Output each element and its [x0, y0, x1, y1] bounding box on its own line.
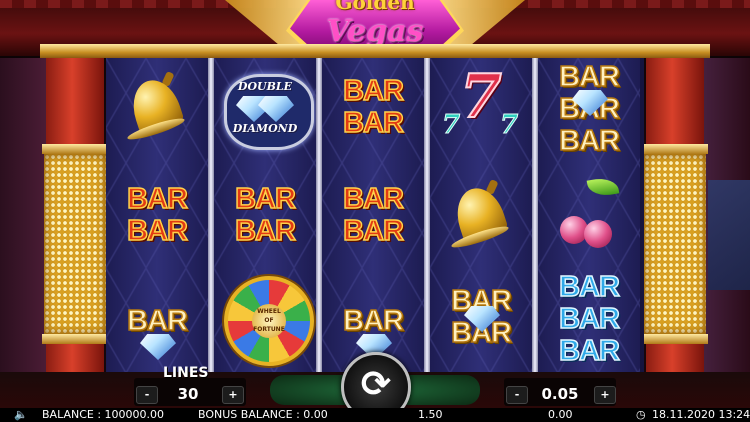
- logo-title-golden: Golden: [335, 0, 415, 14]
- datetime-text: 18.11.2020 13:24: [652, 408, 750, 421]
- symbol-double-bar: BAR BAR: [126, 183, 188, 248]
- symbol-triple-bar-blue: BAR BAR BAR: [558, 271, 620, 368]
- symbol-seven: 7 7 7: [441, 61, 519, 141]
- bet-increase-button[interactable]: +: [594, 386, 616, 404]
- symbol-double-diamond: DOUBLE DIAMOND: [214, 58, 316, 162]
- symbol-bell: [106, 58, 208, 162]
- lines-increase-button[interactable]: +: [222, 386, 244, 404]
- symbol-cherries: [538, 162, 640, 266]
- right-pillar-lights: [644, 154, 706, 334]
- symbol-bell: [430, 162, 532, 266]
- reel-1: BAR BAR BAR: [106, 58, 208, 372]
- reel-divider: [316, 58, 322, 372]
- reel-5: BAR BAR BAR BAR BAR BAR: [538, 58, 640, 372]
- right-pillar: [646, 58, 704, 150]
- background-left: [0, 58, 46, 378]
- lines-label: LINES: [163, 365, 209, 381]
- reel-3: BAR BAR BAR BAR BAR: [322, 58, 424, 372]
- diamond-icon: [140, 334, 176, 360]
- right-pillar-base: [646, 344, 704, 372]
- total-bet-text: 1.50: [418, 408, 443, 421]
- bet-decrease-button[interactable]: -: [506, 386, 528, 404]
- reel-divider: [424, 58, 430, 372]
- left-pillar-base: [46, 344, 104, 372]
- right-pillar-base-cap: [642, 334, 708, 344]
- status-bar: 🔈 BALANCE : 100000.00 BONUS BALANCE : 0.…: [0, 408, 750, 422]
- symbol-double-bar-diamond: BAR BAR: [450, 285, 512, 350]
- symbol-bar-diamond: BAR: [106, 266, 208, 370]
- game-screen: Golden Vegas BAR BAR BAR DOUBLE DIAMOND …: [0, 0, 750, 422]
- background-slot-machine: [708, 180, 750, 290]
- clock-icon: ◷: [636, 408, 646, 421]
- symbol-wheel-of-fortune: WHEEL OF FORTUNE: [214, 266, 316, 370]
- leaf-icon: [586, 175, 620, 199]
- lines-value: 30: [177, 385, 199, 403]
- reel-2: DOUBLE DIAMOND BAR BAR WHEEL OF FORTUNE: [214, 58, 316, 372]
- symbol-double-bar: BAR BAR: [342, 75, 404, 140]
- left-pillar: [46, 58, 104, 150]
- reel-4: 7 7 7 BAR BAR: [430, 58, 532, 372]
- left-pillar-lights: [44, 154, 106, 334]
- speaker-icon[interactable]: 🔈: [14, 408, 28, 422]
- left-pillar-base-cap: [42, 334, 108, 344]
- reel-frame-top: [40, 44, 710, 58]
- wheel-icon: WHEEL OF FORTUNE: [224, 276, 314, 366]
- reel-divider: [208, 58, 214, 372]
- left-pillar-cap: [42, 144, 108, 154]
- bet-value: 0.05: [541, 385, 579, 403]
- cherry-icon: [584, 220, 612, 248]
- symbol-triple-bar-diamond: BAR BAR BAR: [558, 61, 620, 158]
- symbol-double-bar: BAR BAR: [342, 183, 404, 248]
- refresh-icon: ⟳: [360, 364, 392, 405]
- reel-grid: BAR BAR BAR DOUBLE DIAMOND BAR BAR WHEEL…: [106, 58, 644, 372]
- win-text: 0.00: [548, 408, 573, 421]
- reel-divider: [532, 58, 538, 372]
- symbol-double-bar: BAR BAR: [234, 183, 296, 248]
- lines-decrease-button[interactable]: -: [136, 386, 158, 404]
- right-pillar-cap: [642, 144, 708, 154]
- bonus-balance-text: BONUS BALANCE : 0.00: [198, 408, 328, 421]
- balance-text: BALANCE : 100000.00: [42, 408, 165, 421]
